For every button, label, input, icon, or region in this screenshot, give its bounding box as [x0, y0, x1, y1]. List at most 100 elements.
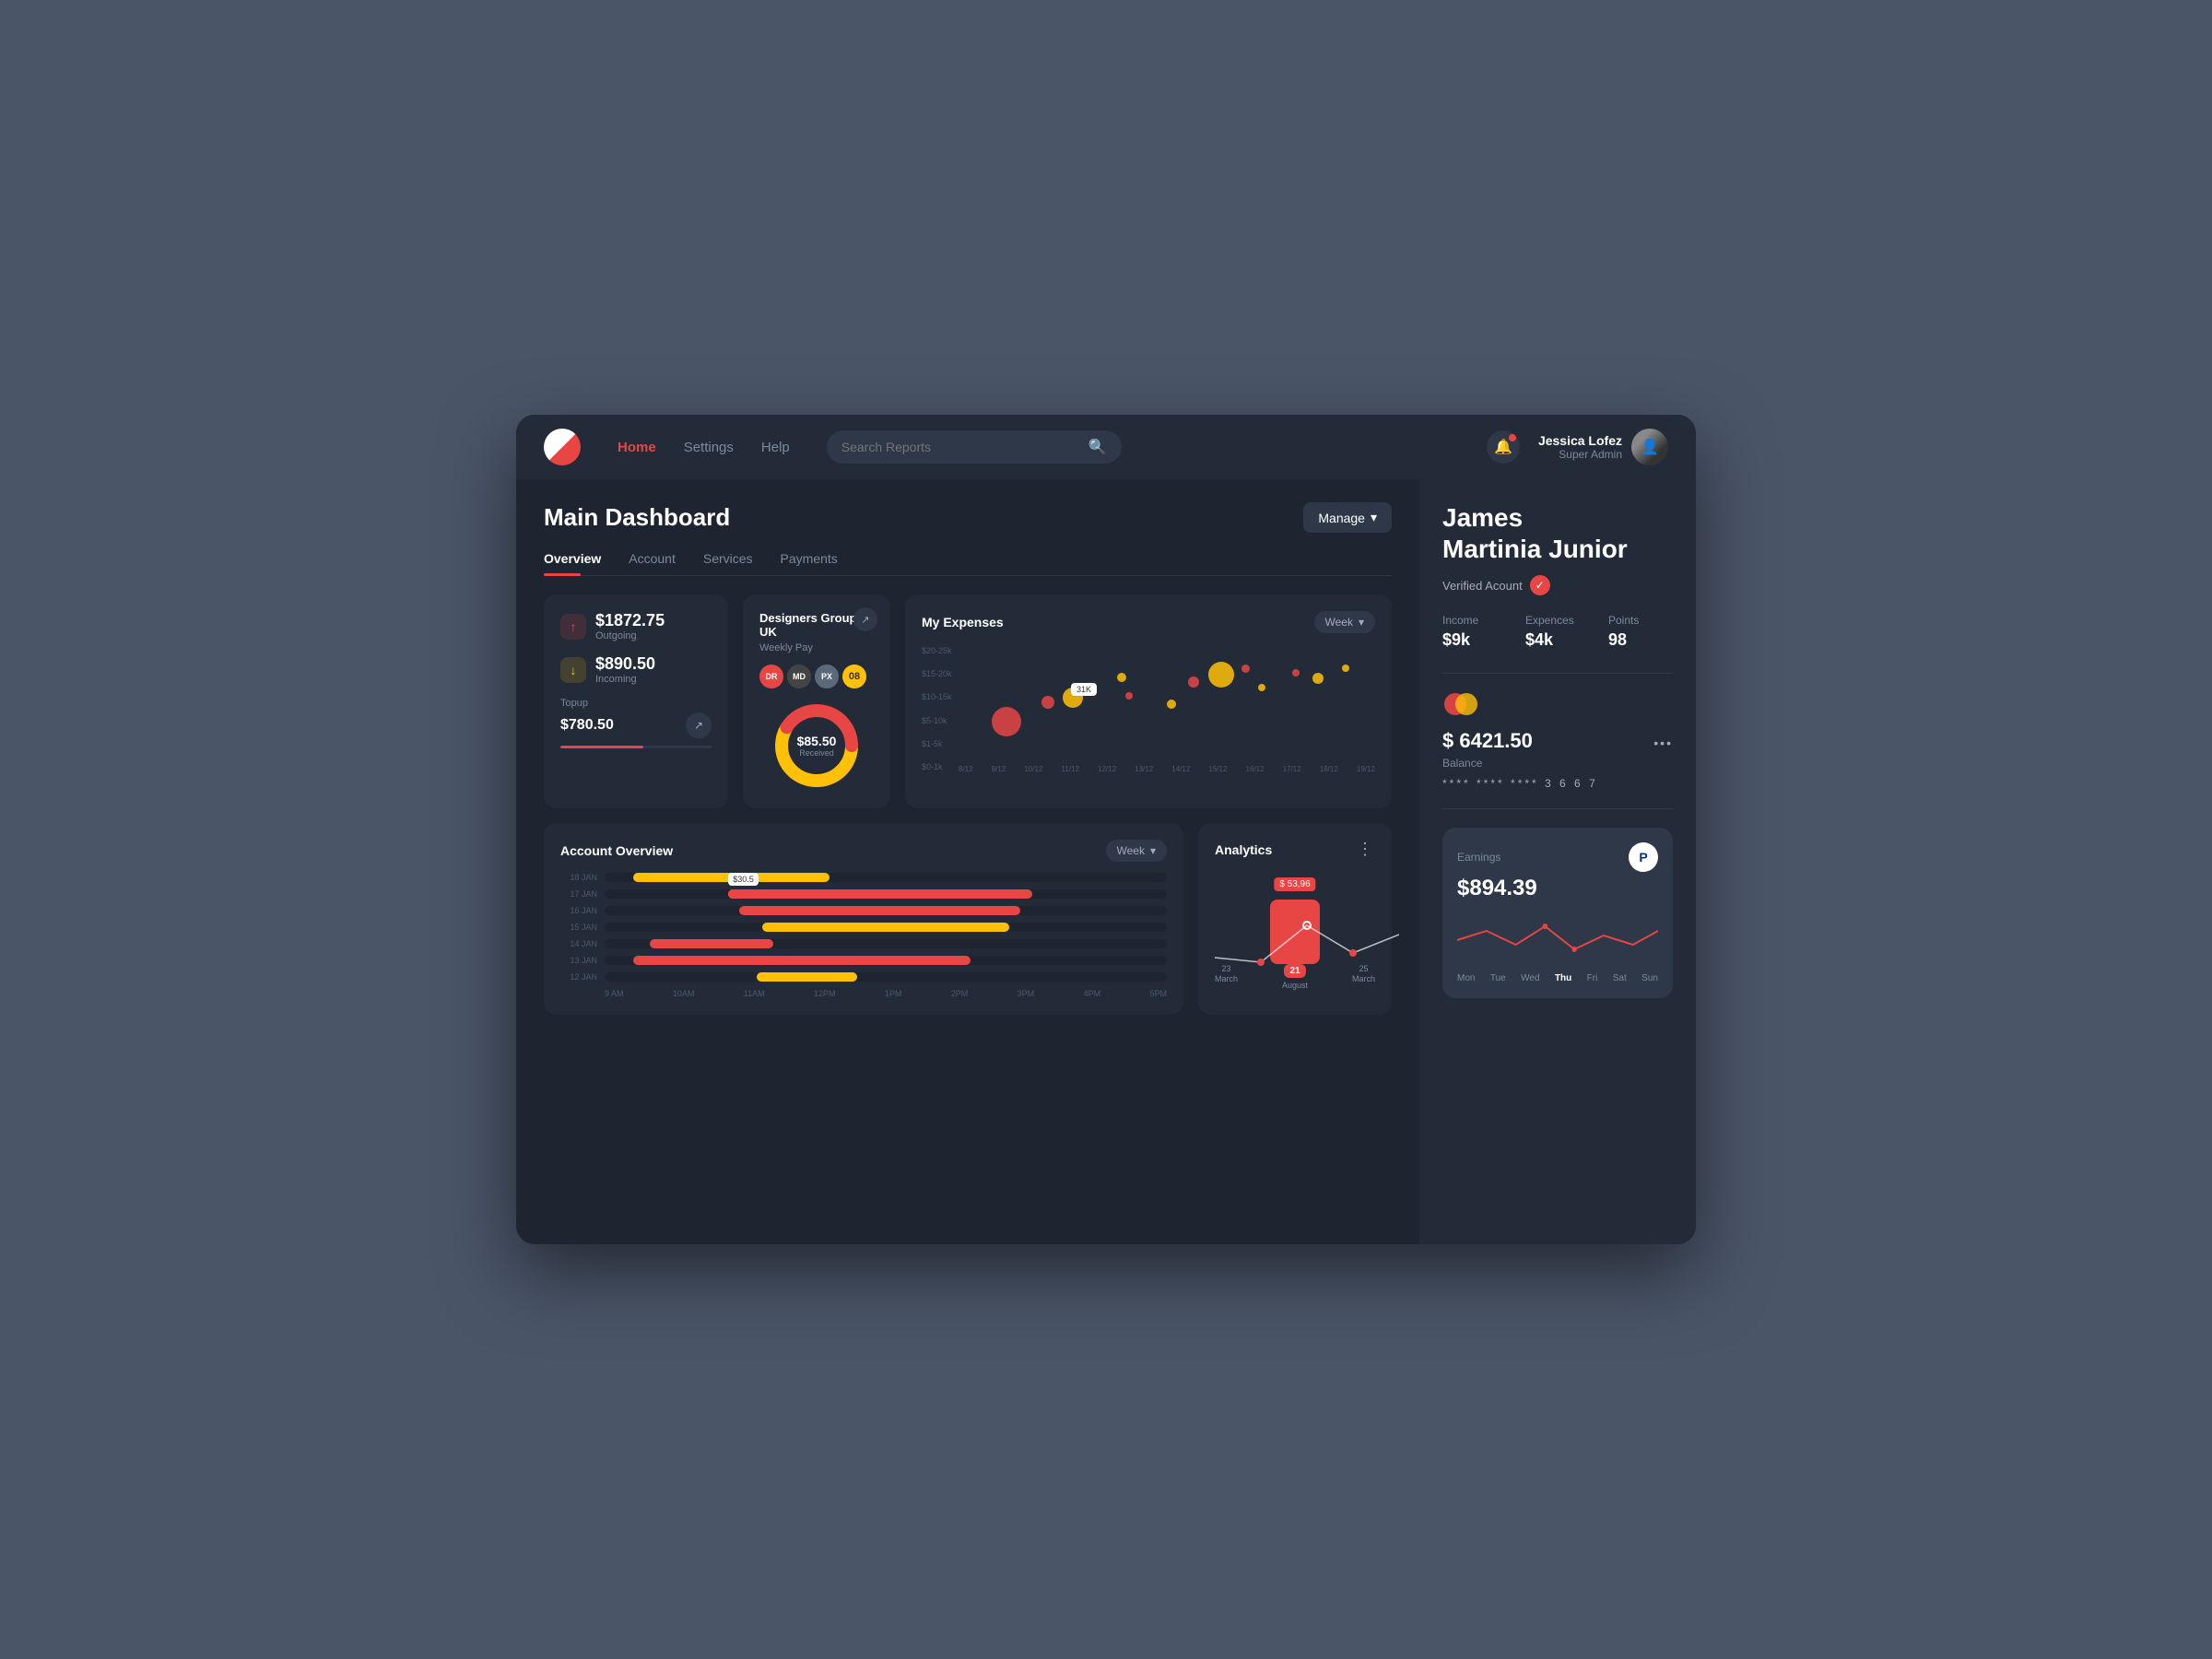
user-text: Jessica Lofez Super Admin	[1538, 433, 1622, 461]
gantt-bar-yellow	[757, 972, 858, 982]
week-selector[interactable]: Week ▾	[1314, 611, 1376, 633]
nav-home[interactable]: Home	[618, 440, 656, 455]
tabs: Overview Account Services Payments	[544, 551, 1392, 576]
bubble-5	[1188, 677, 1199, 688]
dashboard-header: Main Dashboard Manage ▾	[544, 502, 1392, 533]
incoming-amount: $890.50	[595, 654, 655, 674]
left-panel: Main Dashboard Manage ▾ Overview Account…	[516, 479, 1419, 1244]
tab-account[interactable]: Account	[629, 551, 676, 575]
bubble-6	[1241, 665, 1250, 673]
card-more-button[interactable]: •••	[1653, 735, 1673, 750]
expenses-value: $4k	[1525, 630, 1590, 650]
outgoing-amount: $1872.75	[595, 611, 665, 630]
donut-center: $85.50 Received	[797, 734, 837, 758]
card-number: **** **** **** 3 6 6 7	[1442, 777, 1673, 790]
analytics-card: Analytics ⋮ $ 53,96	[1198, 823, 1392, 1015]
user-name: Jessica Lofez	[1538, 433, 1622, 448]
bubble-tooltip: 31K	[1071, 683, 1097, 696]
gantt-chart: 18 JAN 17 JAN $30.5	[560, 873, 1167, 998]
account-overview-title: Account Overview	[560, 843, 673, 858]
nav-links: Home Settings Help	[618, 440, 790, 455]
gantt-label: 15 JAN	[560, 923, 597, 932]
bubble-y2	[1117, 673, 1126, 682]
topup-section: Topup $780.50 ↗	[560, 698, 712, 748]
card-section: $ 6421.50 ••• Balance **** **** **** 3 6…	[1442, 692, 1673, 790]
outgoing-icon: ↑	[560, 614, 586, 640]
day-tue: Tue	[1490, 973, 1506, 983]
gantt-label: 12 JAN	[560, 972, 597, 982]
income-stat: Income $9k	[1442, 614, 1507, 650]
donut-amount: $85.50	[797, 734, 837, 748]
gantt-row-13jan: 13 JAN	[560, 956, 1167, 965]
account-overview-header: Account Overview Week ▾	[560, 840, 1167, 862]
topup-button[interactable]: ↗	[686, 712, 712, 738]
tab-overview[interactable]: Overview	[544, 551, 601, 575]
gantt-x-labels: 9 AM10AM11AM12PM 1PM2PM3PM4PM5PM	[605, 989, 1167, 998]
avatar-px: PX	[815, 665, 839, 688]
analytics-active-day: 21	[1284, 964, 1305, 978]
bubble-y3	[1208, 662, 1234, 688]
bubble-4	[1125, 692, 1133, 700]
topup-bar	[560, 746, 712, 748]
bubble-y-labels: $20-25k$15-20k$10-15k $5-10k$1-5k$0-1k	[922, 644, 952, 773]
earnings-label: Earnings	[1457, 851, 1500, 864]
stats-row: Income $9k Expences $4k Points 98	[1442, 614, 1673, 650]
nav-help[interactable]: Help	[761, 440, 790, 455]
points-value: 98	[1608, 630, 1673, 650]
account-overview-card: Account Overview Week ▾ 18 JAN	[544, 823, 1183, 1015]
cards-row-1: ↑ $1872.75 Outgoing ↓ $890.50 Incoming	[544, 594, 1392, 808]
verified-badge: Verified Acount ✓	[1442, 575, 1673, 595]
analytics-line-svg	[1215, 907, 1399, 971]
weekly-subtitle: Weekly Pay	[759, 642, 874, 653]
bubble-1	[992, 707, 1021, 736]
gantt-row-17jan: 17 JAN $30.5	[560, 889, 1167, 899]
donut-container: $85.50 Received	[759, 700, 874, 792]
gantt-row-14jan: 14 JAN	[560, 939, 1167, 948]
manage-button[interactable]: Manage ▾	[1303, 502, 1392, 533]
bell-button[interactable]: 🔔	[1487, 430, 1520, 464]
search-input[interactable]	[841, 440, 1079, 454]
main-content: Main Dashboard Manage ▾ Overview Account…	[516, 479, 1696, 1244]
gantt-track	[605, 873, 1167, 882]
bubble-y7	[1342, 665, 1349, 672]
analytics-x-labels: 23 March 21 August 25 Ma	[1215, 964, 1375, 990]
paypal-icon: P	[1629, 842, 1658, 872]
gantt-label: 18 JAN	[560, 873, 597, 882]
gantt-bar-red	[650, 939, 773, 948]
expenses-stat: Expences $4k	[1525, 614, 1590, 650]
analytics-header: Analytics ⋮	[1215, 840, 1375, 859]
analytics-title: Analytics	[1215, 842, 1272, 857]
avatar-md: MD	[787, 665, 811, 688]
weekly-link-icon[interactable]: ↗	[853, 607, 877, 631]
incoming-icon: ↓	[560, 657, 586, 683]
card-balance-row: $ 6421.50 •••	[1442, 729, 1673, 757]
analytics-more-button[interactable]: ⋮	[1357, 840, 1375, 859]
gantt-track: $30.5	[605, 889, 1167, 899]
earnings-days: Mon Tue Wed Thu Fri Sat Sun	[1457, 973, 1658, 983]
gantt-track	[605, 956, 1167, 965]
nav-settings[interactable]: Settings	[684, 440, 734, 455]
outgoing-item: ↑ $1872.75 Outgoing	[560, 611, 712, 641]
analytics-chart: $ 53,96 23 Marc	[1215, 870, 1375, 990]
gantt-tooltip: $30.5	[728, 873, 759, 886]
earnings-chart	[1457, 912, 1658, 968]
incoming-info: $890.50 Incoming	[595, 654, 655, 685]
outgoing-label: Outgoing	[595, 630, 665, 641]
tab-payments[interactable]: Payments	[781, 551, 838, 575]
day-thu: Thu	[1555, 973, 1571, 983]
gantt-bar-red	[739, 906, 1020, 915]
balance-card: ↑ $1872.75 Outgoing ↓ $890.50 Incoming	[544, 594, 728, 808]
avatar: 👤	[1631, 429, 1668, 465]
analytics-bar-label: $ 53,96	[1274, 877, 1315, 891]
gantt-track	[605, 906, 1167, 915]
bubble-2	[1041, 696, 1054, 709]
cards-row-2: Account Overview Week ▾ 18 JAN	[544, 823, 1392, 1015]
gantt-row-18jan: 18 JAN	[560, 873, 1167, 882]
day-sun: Sun	[1641, 973, 1658, 983]
income-label: Income	[1442, 614, 1507, 627]
expenses-card: My Expenses Week ▾ $20-25k$15-20k$10-15k…	[905, 594, 1392, 808]
topup-row: $780.50 ↗	[560, 712, 712, 738]
bubble-y6	[1312, 673, 1324, 684]
account-week-selector[interactable]: Week ▾	[1106, 840, 1168, 862]
tab-services[interactable]: Services	[703, 551, 753, 575]
